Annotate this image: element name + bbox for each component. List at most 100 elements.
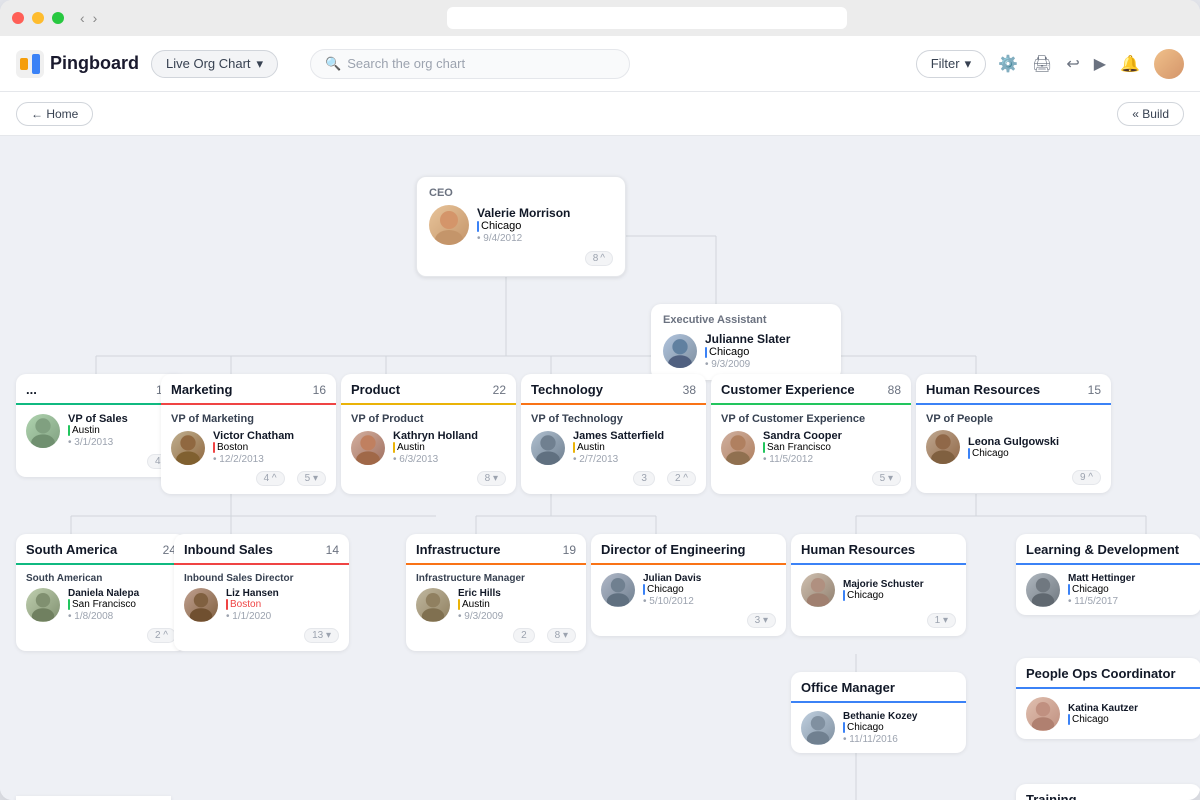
dept-hr-dept-body: Majorie Schuster Chicago 1 ▾ [791, 565, 966, 636]
ceo-expand-button[interactable]: 8 ^ [585, 251, 613, 266]
dept-learning-card[interactable]: Learning & Development Matt Hettinger Ch… [1016, 534, 1200, 615]
dept-hr-card[interactable]: Human Resources 15 VP of People Leona Gu… [916, 374, 1111, 493]
app-header: Pingboard Live Org Chart ▾ 🔍 Search the … [0, 36, 1200, 92]
share-icon[interactable]: ↩ [1066, 54, 1079, 74]
dept-product-card[interactable]: Product 22 VP of Product Kathryn Holland [341, 374, 516, 494]
dept-central-america-partial[interactable]: ager - Central America esar Pliego San F… [16, 796, 171, 800]
nav-back-button[interactable]: ‹ [80, 10, 85, 26]
ceo-name: Valerie Morrison [477, 206, 613, 220]
dept-hr-count: 15 [1088, 383, 1101, 397]
product-expand[interactable]: 8 ▾ [477, 471, 506, 486]
user-avatar[interactable] [1154, 49, 1184, 79]
dept-product-count: 22 [493, 383, 506, 397]
people-ops-avatar [1026, 697, 1060, 731]
ea-location-text: Chicago [709, 346, 749, 358]
ceo-info: Valerie Morrison Chicago • 9/4/2012 [477, 206, 613, 244]
customer-vp-avatar [721, 431, 755, 465]
dept-sales-count: 14 [326, 543, 339, 557]
ea-person-row: Julianne Slater Chicago • 9/3/2009 [663, 332, 829, 370]
dept-product-header: Product 22 [341, 374, 516, 405]
infra-expand-right[interactable]: 8 ▾ [547, 628, 576, 643]
dept-people-ops-name: People Ops Coordinator [1026, 666, 1176, 681]
ceo-location: Chicago [477, 220, 613, 232]
chart-area[interactable]: CEO Valerie Morrison Chicago • 9/4/2012 [0, 136, 1200, 800]
ceo-date: • 9/4/2012 [477, 233, 613, 244]
customer-expand[interactable]: 5 ▾ [872, 471, 901, 486]
dept-customer-card[interactable]: Customer Experience 88 VP of Customer Ex… [711, 374, 911, 494]
dept-product-body: VP of Product Kathryn Holland Austin • 6… [341, 405, 516, 494]
dept-marketing-role: VP of Marketing [171, 413, 326, 425]
minimize-button[interactable] [32, 12, 44, 24]
ceo-person-row: Valerie Morrison Chicago • 9/4/2012 [429, 205, 613, 245]
close-button[interactable] [12, 12, 24, 24]
dept-people-ops-card[interactable]: People Ops Coordinator Katina Kautzer Ch… [1016, 658, 1200, 739]
dept-hr-body: VP of People Leona Gulgowski Chicago [916, 405, 1111, 493]
dept-marketing-card[interactable]: Marketing 16 VP of Marketing Victor Chat… [161, 374, 336, 494]
logo-icon [16, 50, 44, 78]
hr-dept-avatar [801, 573, 835, 607]
print-icon[interactable]: 🖨 [1032, 54, 1052, 74]
dept-engineering-card[interactable]: Director of Engineering Julian Davis Chi… [591, 534, 786, 636]
eng-expand[interactable]: 3 ▾ [747, 613, 776, 628]
dept-south-america-card[interactable]: South America 24 South American Daniela … [16, 534, 186, 651]
ceo-title: CEO [429, 187, 613, 199]
infra-avatar [416, 588, 450, 622]
dept-om-body: Bethanie Kozey Chicago • 11/11/2016 [791, 703, 966, 753]
technology-expand-right[interactable]: 2 ^ [667, 471, 696, 486]
dept-technology-count: 38 [683, 383, 696, 397]
filter-label: Filter [931, 56, 960, 71]
product-vp-avatar [351, 431, 385, 465]
marketing-expand-left[interactable]: 4 ^ [256, 471, 285, 486]
dept-infrastructure-card[interactable]: Infrastructure 19 Infrastructure Manager… [406, 534, 586, 651]
marketing-expand-right[interactable]: 5 ▾ [297, 471, 326, 486]
hr-expand[interactable]: 9 ^ [1072, 470, 1101, 485]
dept-marketing-count: 16 [313, 383, 326, 397]
build-button[interactable]: « Build [1117, 102, 1184, 126]
settings-icon[interactable]: ⚙️ [998, 54, 1018, 74]
ea-title: Executive Assistant [663, 314, 829, 326]
dept-hr-dept-card[interactable]: Human Resources Majorie Schuster Chicago [791, 534, 966, 636]
dept-hr-name: Human Resources [926, 382, 1040, 397]
dept-om-name: Office Manager [801, 680, 895, 695]
technology-expand-left[interactable]: 3 [633, 471, 655, 486]
search-bar[interactable]: 🔍 Search the org chart [310, 49, 630, 79]
dept-left-avatar [26, 414, 60, 448]
dept-office-manager-card[interactable]: Office Manager Bethanie Kozey Chicago [791, 672, 966, 753]
dept-left-name: ... [26, 382, 37, 397]
dept-eng-body: Julian Davis Chicago • 5/10/2012 3 ▾ [591, 565, 786, 636]
sales-expand[interactable]: 13 ▾ [304, 628, 339, 643]
dept-training-name: Training [1026, 792, 1077, 800]
hr-dept-expand[interactable]: 1 ▾ [927, 613, 956, 628]
home-button[interactable]: ← Home [16, 102, 93, 126]
hr-vp-avatar [926, 430, 960, 464]
technology-vp-avatar [531, 431, 565, 465]
dept-hr-dept-header: Human Resources [791, 534, 966, 565]
dept-hr-role: VP of People [926, 413, 1101, 425]
dept-customer-header: Customer Experience 88 [711, 374, 911, 405]
dept-sa-body: South American Daniela Nalepa San Franci… [16, 565, 186, 651]
sa-expand[interactable]: 2 ^ [147, 628, 176, 643]
play-icon[interactable]: ▶ [1094, 54, 1106, 74]
sa-avatar [26, 588, 60, 622]
dept-customer-count: 88 [888, 383, 901, 397]
dept-technology-card[interactable]: Technology 38 VP of Technology James Sat… [521, 374, 706, 494]
infra-expand-left[interactable]: 2 [513, 628, 535, 643]
filter-button[interactable]: Filter ▾ [916, 50, 986, 78]
ea-name: Julianne Slater [705, 332, 829, 346]
bell-icon[interactable]: 🔔 [1120, 54, 1140, 74]
nav-forward-button[interactable]: › [93, 10, 98, 26]
ceo-avatar [429, 205, 469, 245]
dept-training-card[interactable]: Training Nelly Cummings Remote [1016, 784, 1200, 800]
dept-hr-header: Human Resources 15 [916, 374, 1111, 405]
dept-infra-name: Infrastructure [416, 542, 501, 557]
dept-hr-dept-name: Human Resources [801, 542, 915, 557]
view-selector[interactable]: Live Org Chart ▾ [151, 50, 278, 78]
dept-people-ops-body: Katina Kautzer Chicago [1016, 689, 1200, 739]
ceo-card[interactable]: CEO Valerie Morrison Chicago • 9/4/2012 [416, 176, 626, 277]
dept-sales-body: Inbound Sales Director Liz Hansen Boston… [174, 565, 349, 651]
ea-card[interactable]: Executive Assistant Julianne Slater Chic… [651, 304, 841, 380]
toolbar: ← Home « Build [0, 92, 1200, 136]
dept-inbound-sales-card[interactable]: Inbound Sales 14 Inbound Sales Director … [174, 534, 349, 651]
maximize-button[interactable] [52, 12, 64, 24]
sales-avatar [184, 588, 218, 622]
